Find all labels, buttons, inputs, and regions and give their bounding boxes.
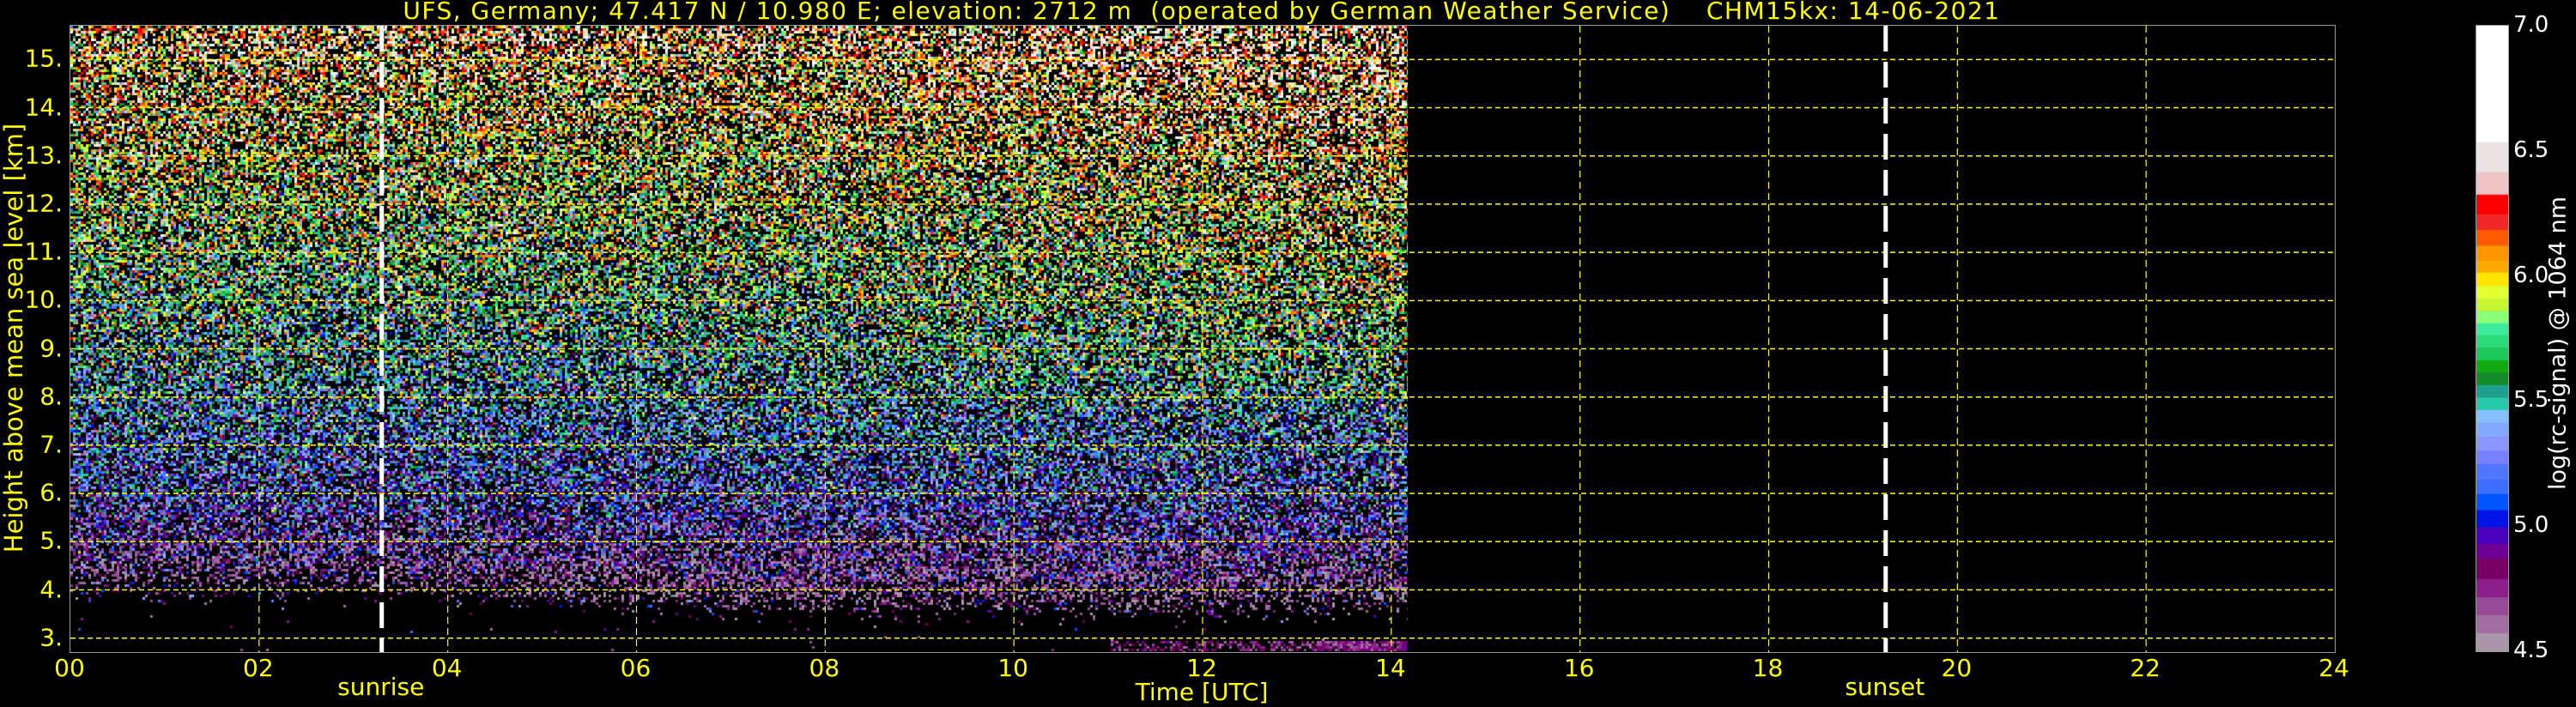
colorbar-tick-label: 4.5 — [2513, 638, 2549, 663]
colorbar-tick-label: 5.5 — [2513, 387, 2549, 414]
colorbar-tick-label: 7.0 — [2513, 12, 2549, 38]
x-tick-label: 22 — [2130, 654, 2161, 682]
x-tick-label: 00 — [54, 654, 85, 682]
colorbar-tick-label: 5.0 — [2513, 512, 2549, 539]
x-tick-label: 18 — [1752, 654, 1784, 682]
chart-title: UFS, Germany; 47.417 N / 10.980 E; eleva… — [403, 0, 2001, 25]
y-axis-label: Height above mean sea level [km] — [0, 123, 28, 553]
x-tick-label: 24 — [2318, 654, 2349, 682]
x-tick-label: 10 — [997, 654, 1028, 682]
x-axis-label: Time [UTC] — [1135, 678, 1269, 706]
x-tick-label: 04 — [431, 654, 463, 682]
x-tick-label: 14 — [1375, 654, 1406, 682]
sunset-label: sunset — [1845, 673, 1925, 701]
x-tick-label: 02 — [243, 654, 274, 682]
x-tick-label: 20 — [1941, 654, 1973, 682]
sunrise-label: sunrise — [337, 673, 425, 701]
colorbar-label: log(rc-signal) @ 1064 nm — [2544, 196, 2572, 491]
colorbar — [2476, 25, 2509, 652]
y-tick-label: 15. — [24, 44, 63, 73]
plot-area — [70, 25, 2336, 653]
x-tick-label: 08 — [809, 654, 840, 682]
grid-overlay — [70, 26, 2335, 652]
colorbar-tick-label: 6.0 — [2513, 262, 2549, 288]
y-tick-label: 4. — [39, 575, 63, 603]
y-tick-label: 3. — [39, 623, 63, 652]
colorbar-tick-label: 6.5 — [2513, 136, 2549, 163]
x-tick-label: 16 — [1563, 654, 1595, 682]
y-tick-label: 14. — [24, 93, 63, 122]
x-tick-label: 06 — [620, 654, 652, 682]
